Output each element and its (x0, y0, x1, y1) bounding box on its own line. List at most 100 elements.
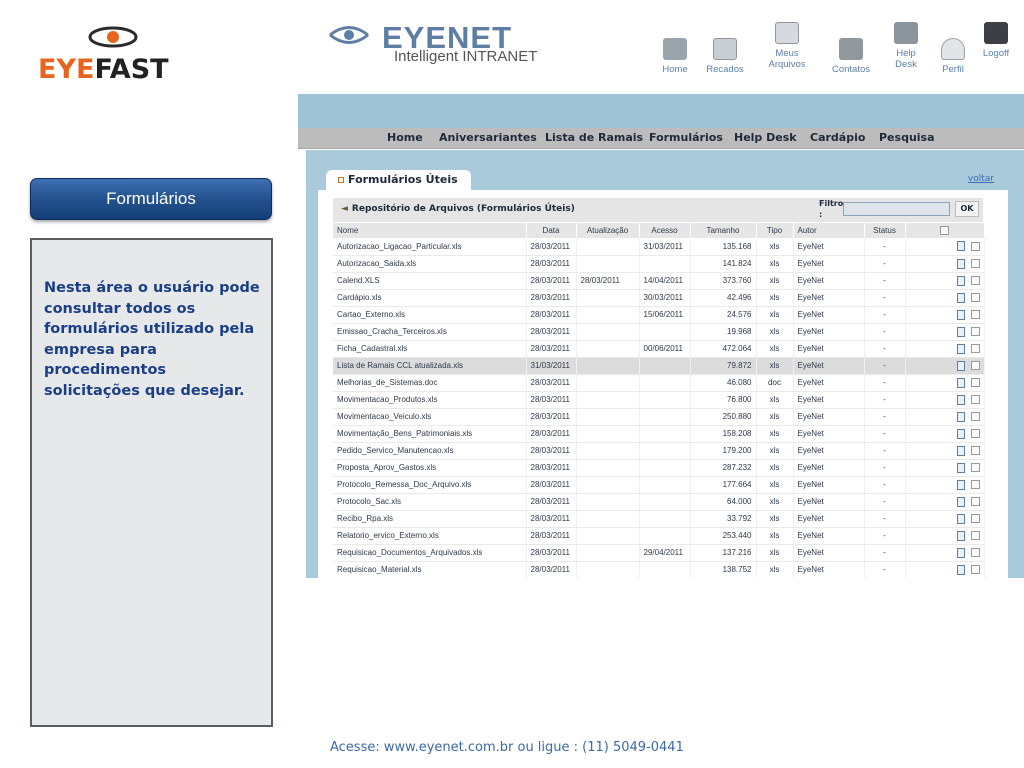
topnav-meus-arquivos[interactable]: Meus Arquivos (764, 22, 810, 82)
table-row[interactable]: Relatorio_ervico_Externo.xls 28/03/2011 25… (333, 527, 985, 545)
table-row[interactable]: Cartao_Externo.xls 28/03/2011 15/06/2011 24… (333, 306, 985, 324)
menu-home[interactable]: Home (387, 131, 423, 144)
row-checkbox[interactable] (970, 565, 980, 574)
row-checkbox[interactable] (970, 241, 980, 251)
column-header[interactable]: Atualização (576, 223, 640, 238)
download-icon[interactable] (956, 241, 965, 252)
row-checkbox[interactable] (970, 276, 980, 285)
column-header[interactable]: Nome (333, 223, 527, 238)
table-row[interactable]: Pedido_Servico_Manutencao.xls 28/03/2011 1… (333, 442, 985, 460)
download-icon[interactable] (956, 343, 965, 354)
table-row[interactable]: Movimentação_Bens_Patrimoniais.xls 28/03/… (333, 425, 985, 443)
menu-formularios[interactable]: Formulários (649, 131, 723, 144)
download-icon[interactable] (956, 530, 965, 541)
topnav-perfil[interactable]: Perfil (936, 22, 970, 82)
cell-nome[interactable]: Ficha_Cadastral.xls (333, 340, 527, 358)
table-row[interactable]: Melhorias_de_Sistemas.doc 28/03/2011 46.08… (333, 374, 985, 392)
download-icon[interactable] (956, 547, 965, 558)
formularios-button[interactable]: Formulários (30, 178, 272, 220)
table-row[interactable]: Proposta_Aprov_Gastos.xls 28/03/2011 287.2… (333, 459, 985, 477)
row-checkbox[interactable] (970, 412, 980, 421)
download-icon[interactable] (956, 564, 965, 575)
topnav-help-desk[interactable]: Help Desk (886, 22, 926, 82)
row-checkbox[interactable] (970, 514, 980, 523)
table-row[interactable]: Cardápio.xls 28/03/2011 30/03/2011 42.496 xl… (333, 289, 985, 307)
row-checkbox[interactable] (970, 463, 980, 472)
row-checkbox[interactable] (970, 327, 980, 336)
download-icon[interactable] (956, 462, 965, 473)
table-row[interactable]: Calend.XLS 28/03/2011 28/03/2011 14/04/2011… (333, 272, 985, 290)
row-checkbox[interactable] (970, 548, 980, 557)
table-row[interactable]: Recibo_Rpa.xls 28/03/2011 33.792 xls EyeNet - (333, 510, 985, 528)
download-icon[interactable] (956, 479, 965, 490)
column-header[interactable]: Tamanho (690, 223, 757, 238)
topnav-home[interactable]: Home (656, 22, 694, 82)
table-row[interactable]: Emissao_Cracha_Terceiros.xls 28/03/2011 19… (333, 323, 985, 341)
cell-nome[interactable]: Movimentação_Bens_Patrimoniais.xls (333, 425, 527, 443)
column-header[interactable]: Tipo (756, 223, 794, 238)
column-header[interactable]: Data (526, 223, 577, 238)
cell-nome[interactable]: Lista de Ramais CCL atualizada.xls (333, 357, 527, 375)
download-icon[interactable] (956, 428, 965, 439)
download-icon[interactable] (956, 326, 965, 337)
cell-nome[interactable]: Proposta_Aprov_Gastos.xls (333, 459, 527, 477)
download-icon[interactable] (956, 394, 965, 405)
cell-nome[interactable]: Requisicao_Material.xls (333, 561, 527, 578)
download-icon[interactable] (956, 445, 965, 456)
cell-nome[interactable]: Movimentacao_Veiculo.xls (333, 408, 527, 426)
cell-nome[interactable]: Protocolo_Sac.xls (333, 493, 527, 511)
table-row[interactable]: Protocolo_Sac.xls 28/03/2011 64.000 xls EyeN… (333, 493, 985, 511)
menu-pesquisa[interactable]: Pesquisa (879, 131, 935, 144)
table-row[interactable]: Protocolo_Remessa_Doc_Arquivo.xls 28/03/2… (333, 476, 985, 494)
menu-cardapio[interactable]: Cardápio (810, 131, 865, 144)
cell-nome[interactable]: Autorizacao_Ligacao_Particular.xls (333, 238, 527, 256)
download-icon[interactable] (956, 275, 965, 286)
row-checkbox[interactable] (970, 310, 980, 319)
cell-nome[interactable]: Emissao_Cracha_Terceiros.xls (333, 323, 527, 341)
cell-nome[interactable]: Cardápio.xls (333, 289, 527, 307)
cell-nome[interactable]: Pedido_Servico_Manutencao.xls (333, 442, 527, 460)
row-checkbox[interactable] (970, 259, 980, 268)
cell-nome[interactable]: Melhorias_de_Sistemas.doc (333, 374, 527, 392)
row-checkbox[interactable] (970, 361, 980, 370)
download-icon[interactable] (956, 309, 965, 320)
row-checkbox[interactable] (970, 446, 980, 455)
topnav-recados[interactable]: Recados (702, 22, 748, 82)
cell-nome[interactable]: Cartao_Externo.xls (333, 306, 527, 324)
cell-nome[interactable]: Calend.XLS (333, 272, 527, 290)
row-checkbox[interactable] (970, 378, 980, 387)
table-row[interactable]: Requisicao_Documentos_Arquivados.xls 28/0… (333, 544, 985, 562)
filter-input[interactable] (843, 202, 950, 216)
column-header[interactable]: Status (864, 223, 906, 238)
table-row[interactable]: Movimentacao_Produtos.xls 28/03/2011 76.80… (333, 391, 985, 409)
menu-help-desk[interactable]: Help Desk (734, 131, 797, 144)
row-checkbox[interactable] (970, 395, 980, 404)
tab-formularios-uteis[interactable]: Formulários Úteis (326, 170, 471, 190)
filter-ok-button[interactable]: OK (955, 201, 979, 217)
row-checkbox[interactable] (970, 293, 980, 302)
table-row[interactable]: Lista de Ramais CCL atualizada.xls 31/03/… (333, 357, 985, 375)
cell-nome[interactable]: Autorizacao_Saida.xls (333, 255, 527, 273)
row-checkbox[interactable] (970, 531, 980, 540)
download-icon[interactable] (956, 292, 965, 303)
cell-nome[interactable]: Requisicao_Documentos_Arquivados.xls (333, 544, 527, 562)
table-row[interactable]: Autorizacao_Saida.xls 28/03/2011 141.824 xl… (333, 255, 985, 273)
download-icon[interactable] (956, 411, 965, 422)
download-icon[interactable] (956, 258, 965, 269)
column-header[interactable]: Autor (793, 223, 865, 238)
download-icon[interactable] (956, 377, 965, 388)
cell-nome[interactable]: Movimentacao_Produtos.xls (333, 391, 527, 409)
voltar-link[interactable]: voltar (968, 174, 994, 184)
cell-nome[interactable]: Protocolo_Remessa_Doc_Arquivo.xls (333, 476, 527, 494)
row-checkbox[interactable] (970, 497, 980, 506)
select-all-checkbox[interactable] (940, 226, 949, 236)
download-icon[interactable] (956, 360, 965, 371)
table-row[interactable]: Autorizacao_Ligacao_Particular.xls 28/03/… (333, 238, 985, 256)
row-checkbox[interactable] (970, 429, 980, 438)
topnav-contatos[interactable]: Contatos (828, 22, 874, 82)
cell-nome[interactable]: Relatorio_ervico_Externo.xls (333, 527, 527, 545)
download-icon[interactable] (956, 513, 965, 524)
column-header[interactable]: Acesso (639, 223, 691, 238)
download-icon[interactable] (956, 496, 965, 507)
topnav-logoff[interactable]: Logoff (978, 22, 1014, 82)
